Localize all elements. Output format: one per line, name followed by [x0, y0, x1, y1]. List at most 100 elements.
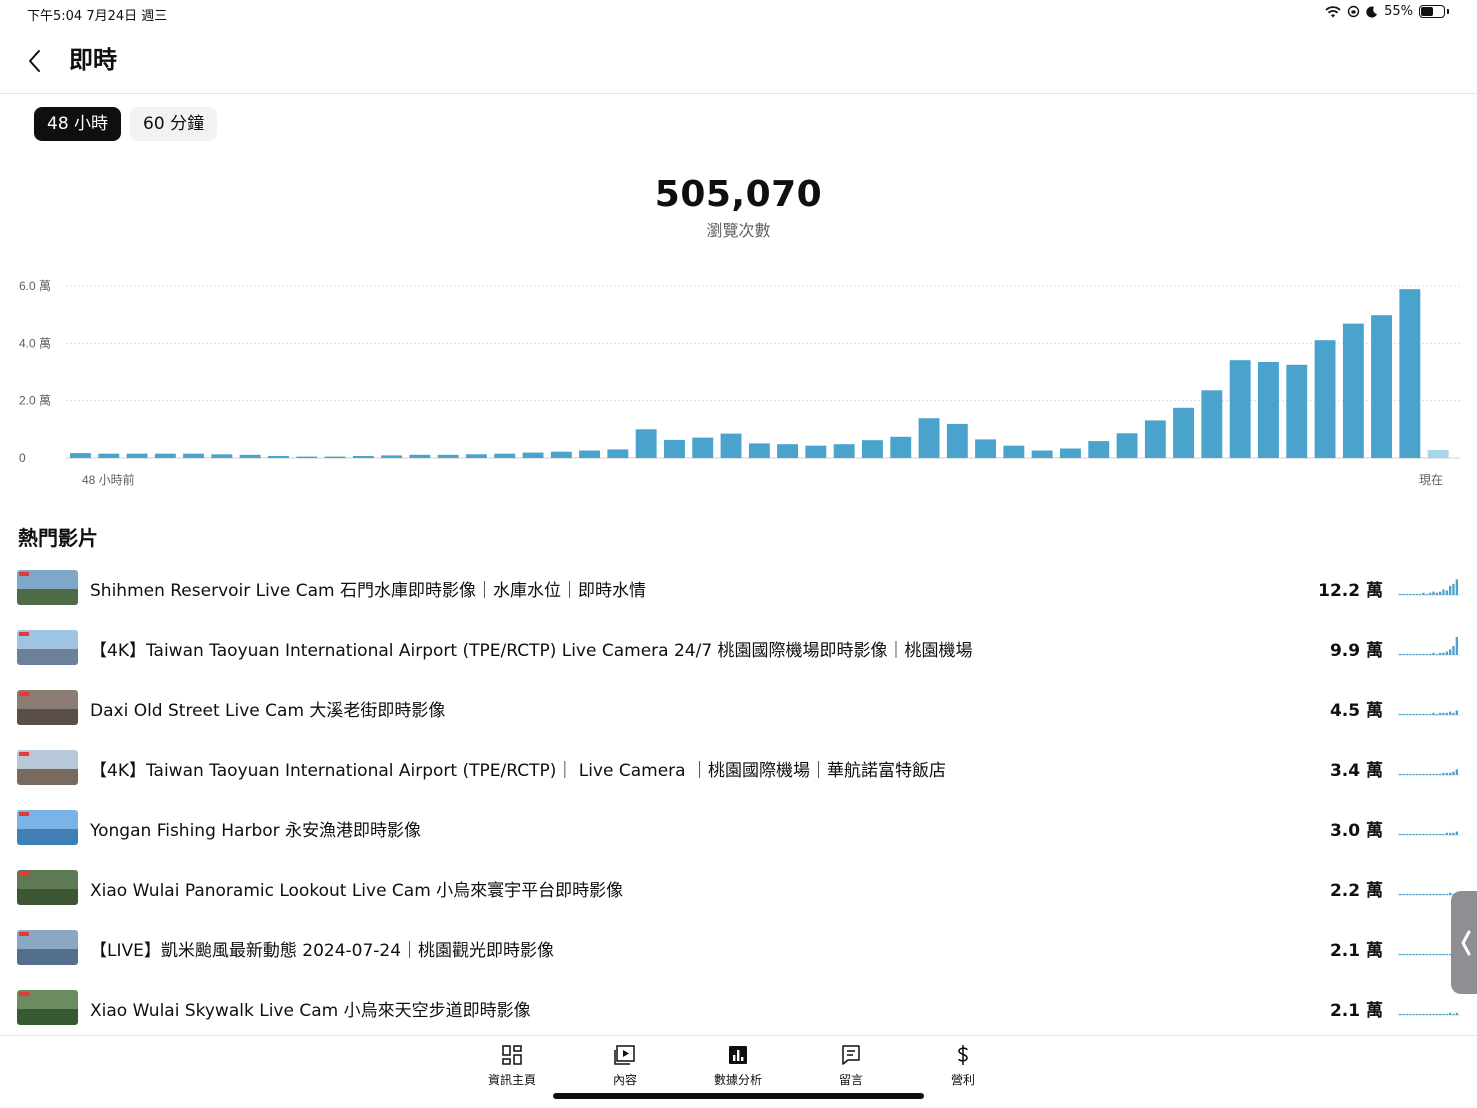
chart-bar[interactable]	[154, 453, 176, 458]
chart-bar[interactable]	[975, 439, 996, 458]
sparkline-bar	[1405, 1013, 1408, 1015]
sparkline-bar	[1399, 953, 1402, 955]
chart-bar[interactable]	[352, 456, 374, 458]
chart-bar[interactable]	[522, 452, 544, 458]
chart-bar[interactable]	[777, 444, 798, 458]
tab-content[interactable]: 內容	[580, 1042, 670, 1088]
chart-bar[interactable]	[579, 450, 600, 459]
chart-bar[interactable]	[1399, 289, 1421, 458]
chip-48-hours[interactable]: 48 小時	[34, 107, 122, 141]
sparkline-bar	[1419, 1013, 1422, 1015]
sparkline-bar	[1439, 712, 1442, 716]
sparkline-bar	[1415, 653, 1418, 655]
sparkline-bar	[1409, 1013, 1412, 1015]
chart-bar[interactable]	[239, 454, 261, 458]
chart-bar[interactable]	[1427, 450, 1449, 458]
sparkline-bar	[1442, 652, 1445, 656]
sparkline-bar	[1442, 712, 1445, 716]
chart-bar[interactable]	[1201, 390, 1223, 458]
chart-bar[interactable]	[833, 444, 855, 458]
sparkline-bar	[1409, 893, 1412, 895]
sparkline-bar	[1402, 1013, 1405, 1015]
chart-bar[interactable]	[635, 429, 657, 458]
chart-bar[interactable]	[607, 449, 629, 458]
chart-bar[interactable]	[748, 443, 770, 458]
sparkline-bar	[1402, 713, 1405, 715]
video-thumbnail	[17, 990, 78, 1025]
chart-bar[interactable]	[98, 453, 120, 458]
video-row[interactable]: 【4K】Taiwan Taoyuan International Airport…	[0, 738, 1477, 798]
chart-bar[interactable]	[1258, 362, 1279, 458]
video-row[interactable]: Daxi Old Street Live Cam 大溪老街即時影像 4.5 萬	[0, 678, 1477, 738]
chart-bar[interactable]	[183, 453, 204, 458]
video-row[interactable]: Shihmen Reservoir Live Cam 石門水庫即時影像｜水庫水位…	[0, 558, 1477, 618]
sparkline-bar	[1402, 893, 1405, 895]
section-title: 熱門影片	[18, 526, 98, 550]
video-row[interactable]: Xiao Wulai Skywalk Live Cam 小烏來天空步道即時影像 2…	[0, 978, 1477, 1038]
views-sparkline	[1398, 1012, 1460, 1016]
chart-bar[interactable]	[1031, 450, 1053, 459]
battery-percent: 55%	[1384, 4, 1413, 19]
sparkline-bar	[1432, 712, 1435, 716]
chart-bar[interactable]	[381, 455, 402, 458]
sparkline-bar	[1442, 893, 1445, 895]
chart-bar[interactable]	[862, 440, 883, 458]
sparkline-bar	[1415, 953, 1418, 955]
sparkline-bar	[1419, 893, 1422, 895]
video-row[interactable]: 【LIVE】凱米颱風最新動態 2024-07-24｜桃園觀光即時影像 2.1 萬	[0, 918, 1477, 978]
chart-bar[interactable]	[1003, 445, 1025, 458]
video-row[interactable]: Xiao Wulai Panoramic Lookout Live Cam 小烏…	[0, 858, 1477, 918]
sparkline-bar	[1439, 1013, 1442, 1015]
sparkline-bar	[1425, 653, 1428, 655]
chart-bar[interactable]	[409, 454, 431, 458]
views-sparkline	[1398, 831, 1460, 836]
chart-bar[interactable]	[1173, 407, 1194, 458]
back-button[interactable]	[20, 44, 48, 78]
side-panel-handle[interactable]	[1451, 891, 1477, 994]
sparkline-bar	[1432, 773, 1435, 775]
chart-bar[interactable]	[720, 433, 742, 458]
sparkline-bar	[1449, 892, 1452, 896]
chart-bar[interactable]	[1144, 420, 1166, 458]
tab-comments[interactable]: 留言	[806, 1042, 896, 1088]
sparkline-bar	[1449, 832, 1452, 836]
chart-bar[interactable]	[1088, 441, 1110, 458]
tab-analytics[interactable]: 數據分析	[693, 1042, 783, 1088]
sparkline-bar	[1402, 593, 1405, 595]
chart-bar[interactable]	[1229, 360, 1251, 458]
chart-bar[interactable]	[466, 454, 487, 458]
tab-earn[interactable]: 營利	[918, 1042, 1008, 1088]
chart-bar[interactable]	[805, 445, 827, 458]
chart-bar[interactable]	[1060, 448, 1081, 459]
chart-bar[interactable]	[268, 456, 289, 458]
chart-bar[interactable]	[1286, 364, 1308, 458]
chart-bar[interactable]	[664, 439, 685, 458]
chart-bar[interactable]	[918, 418, 940, 458]
chart-bar[interactable]	[211, 454, 233, 458]
chart-bar[interactable]	[494, 453, 516, 458]
chart-bar[interactable]	[946, 423, 968, 458]
chart-bar[interactable]	[1371, 315, 1392, 458]
y-tick-label: 2.0 萬	[19, 394, 51, 408]
chart-bar[interactable]	[296, 456, 318, 458]
sparkline-bar	[1402, 653, 1405, 655]
chart-bar[interactable]	[692, 437, 714, 458]
chart-bar[interactable]	[70, 453, 91, 458]
sparkline-bar	[1455, 769, 1458, 775]
chart-bar[interactable]	[1342, 323, 1364, 458]
video-row[interactable]: Yongan Fishing Harbor 永安漁港即時影像 3.0 萬	[0, 798, 1477, 858]
chart-bar[interactable]	[550, 451, 572, 458]
video-row[interactable]: 【4K】Taiwan Taoyuan International Airport…	[0, 618, 1477, 678]
home-indicator	[553, 1093, 924, 1099]
chart-bar[interactable]	[126, 453, 148, 458]
video-title: 【LIVE】凱米颱風最新動態 2024-07-24｜桃園觀光即時影像	[90, 941, 555, 961]
views-sparkline	[1398, 637, 1460, 656]
chart-bar[interactable]	[1314, 340, 1336, 458]
chip-60-minutes[interactable]: 60 分鐘	[130, 107, 218, 141]
chart-bar[interactable]	[890, 436, 912, 458]
chart-bar[interactable]	[324, 456, 346, 458]
chart-bar[interactable]	[437, 454, 459, 458]
chart-bar[interactable]	[1116, 433, 1138, 458]
sparkline-bar	[1429, 653, 1432, 655]
tab-dashboard[interactable]: 資訊主頁	[467, 1042, 557, 1088]
